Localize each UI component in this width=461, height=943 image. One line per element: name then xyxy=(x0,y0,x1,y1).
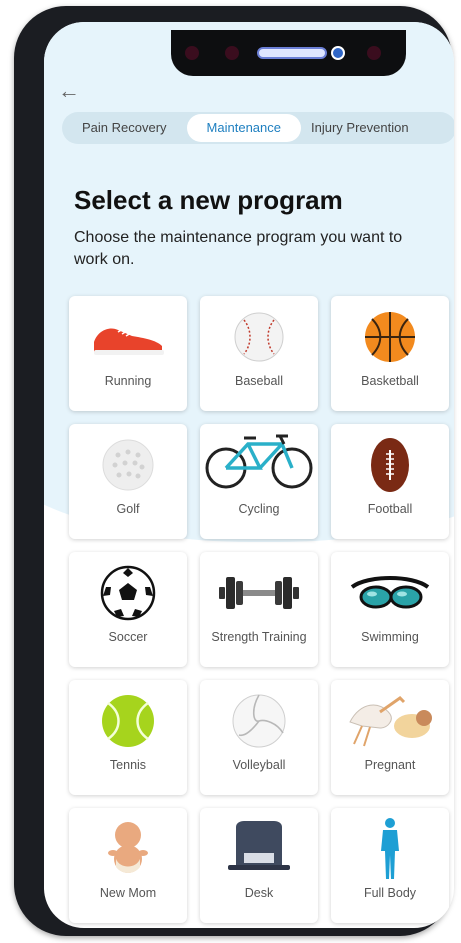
dumbbell-icon xyxy=(200,562,318,624)
program-label: Desk xyxy=(244,886,274,900)
program-label: Running xyxy=(104,374,152,388)
soccer-ball-icon xyxy=(69,562,187,624)
device-notch xyxy=(171,30,406,76)
phone-frame: ← Pain Recovery Maintenance Injury Preve… xyxy=(14,6,454,936)
speaker-grille xyxy=(257,47,327,59)
program-label: Football xyxy=(367,502,413,516)
program-card-running[interactable]: Running xyxy=(69,296,187,411)
program-label: Volleyball xyxy=(232,758,286,772)
program-label: Basketball xyxy=(361,374,419,388)
program-label: New Mom xyxy=(99,886,157,900)
program-card-pregnant[interactable]: Pregnant xyxy=(331,680,449,795)
program-card-soccer[interactable]: Soccer xyxy=(69,552,187,667)
basketball-icon xyxy=(331,306,449,368)
program-label: Soccer xyxy=(108,630,148,644)
back-arrow-icon[interactable]: ← xyxy=(58,78,80,104)
program-card-new-mom[interactable]: New Mom xyxy=(69,808,187,923)
program-card-full-body[interactable]: Full Body xyxy=(331,808,449,923)
program-label: Pregnant xyxy=(364,758,416,772)
tab-maintenance[interactable]: Maintenance xyxy=(186,114,301,142)
program-label: Full Body xyxy=(363,886,417,900)
app-screen: ← Pain Recovery Maintenance Injury Preve… xyxy=(44,22,454,928)
sensor-dot xyxy=(367,46,381,60)
baseball-icon xyxy=(200,306,318,368)
program-label: Golf xyxy=(116,502,140,516)
bicycle-icon xyxy=(200,428,318,490)
program-label: Baseball xyxy=(235,374,283,388)
program-card-football[interactable]: Football xyxy=(331,424,449,539)
human-body-icon xyxy=(331,818,449,880)
program-label: Tennis xyxy=(109,758,147,772)
program-card-strength-training[interactable]: Strength Training xyxy=(200,552,318,667)
front-camera xyxy=(331,46,345,60)
tab-injury-prevention[interactable]: Injury Prevention xyxy=(305,114,415,142)
program-card-desk[interactable]: Desk xyxy=(200,808,318,923)
program-label: Strength Training xyxy=(211,630,307,644)
volleyball-icon xyxy=(200,690,318,752)
desk-chair-icon xyxy=(200,818,318,880)
swim-goggles-icon xyxy=(331,562,449,624)
sensor-dot xyxy=(225,46,239,60)
program-card-swimming[interactable]: Swimming xyxy=(331,552,449,667)
tab-pain-recovery[interactable]: Pain Recovery xyxy=(68,114,181,142)
stork-icon xyxy=(331,690,449,752)
running-shoe-icon xyxy=(69,306,187,368)
program-category-tabs: Pain Recovery Maintenance Injury Prevent… xyxy=(62,112,454,144)
page-title: Select a new program xyxy=(74,185,343,215)
sensor-dot xyxy=(185,46,199,60)
baby-icon xyxy=(69,818,187,880)
program-label: Cycling xyxy=(238,502,280,516)
program-card-baseball[interactable]: Baseball xyxy=(200,296,318,411)
program-card-basketball[interactable]: Basketball xyxy=(331,296,449,411)
page-subtitle: Choose the maintenance program you want … xyxy=(74,229,403,268)
golf-ball-icon xyxy=(69,434,187,496)
program-label: Swimming xyxy=(361,630,419,644)
program-card-volleyball[interactable]: Volleyball xyxy=(200,680,318,795)
program-card-tennis[interactable]: Tennis xyxy=(69,680,187,795)
program-card-cycling[interactable]: Cycling xyxy=(200,424,318,539)
football-icon xyxy=(331,434,449,496)
program-card-golf[interactable]: Golf xyxy=(69,424,187,539)
tennis-ball-icon xyxy=(69,690,187,752)
